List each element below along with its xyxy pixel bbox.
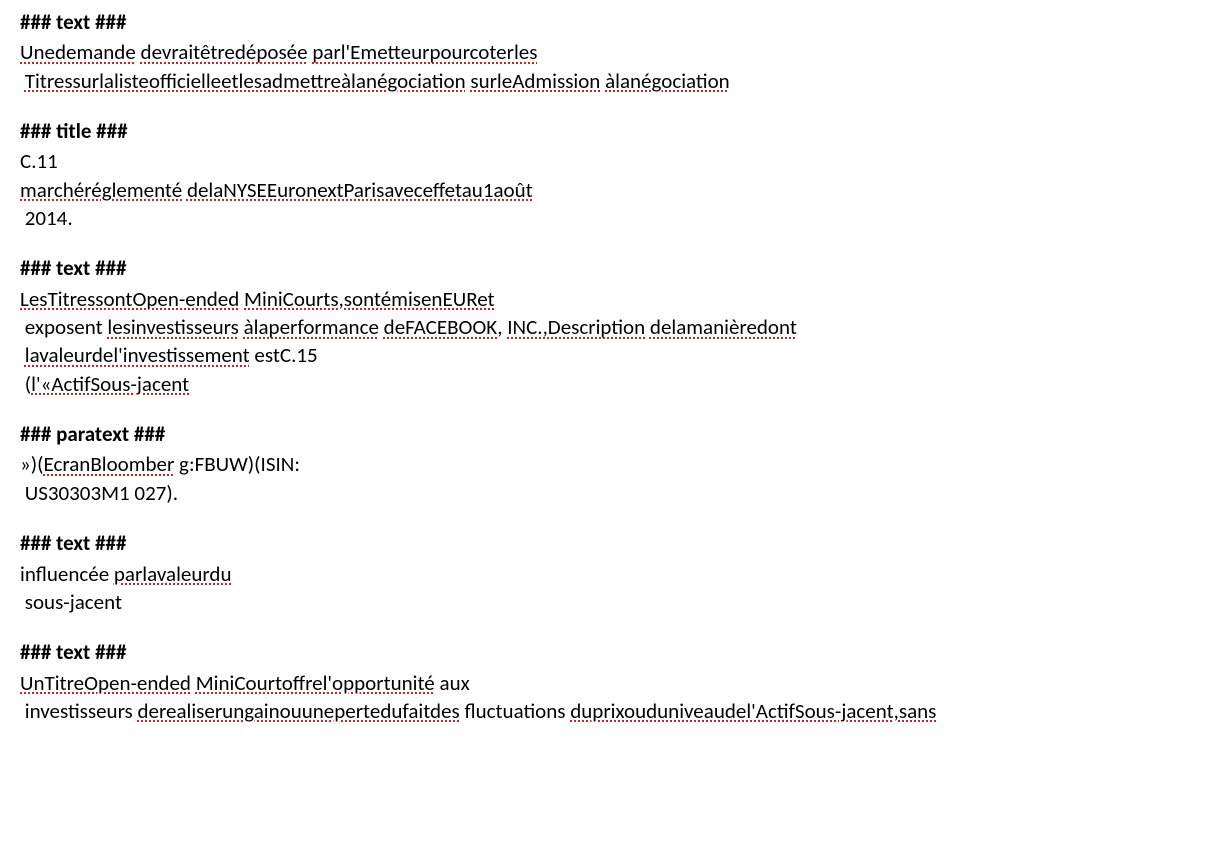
text-line: UnTitreOpen-ended MiniCourtoffrel'opport…	[20, 669, 1198, 697]
spellcheck-run: delamanièredont	[650, 314, 797, 340]
text-run: sous-jacent	[20, 589, 122, 615]
spellcheck-run: delaNYSEEuronextParisaveceffetau1août	[187, 177, 533, 203]
text-run: exposent	[20, 314, 107, 340]
text-run: estC.15	[250, 342, 318, 368]
text-line: marchéréglementé delaNYSEEuronextParisav…	[20, 176, 1198, 204]
text-run: 2014.	[20, 205, 73, 231]
text-line: »)(EcranBloomber g:FBUW)(ISIN:	[20, 450, 1198, 478]
spellcheck-run: devraitêtredéposée	[141, 39, 308, 65]
text-run: g:FBUW)(ISIN:	[174, 451, 300, 477]
section-marker: ### text ###	[20, 254, 1198, 282]
text-line: (l'«ActifSous-jacent	[20, 370, 1198, 398]
text-run: ,	[497, 314, 507, 340]
text-line: lavaleurdel'investissement estC.15	[20, 341, 1198, 369]
text-line: exposent lesinvestisseurs àlaperformance…	[20, 313, 1198, 341]
spellcheck-run: parl'Emetteurpourcoterles	[312, 39, 537, 65]
text-line: investisseurs derealiserungainouuneperte…	[20, 697, 1198, 725]
spellcheck-run: l'«ActifSous-jacent	[31, 371, 189, 397]
text-run: »)(	[20, 451, 44, 477]
document-page: ### text ###Unedemande devraitêtredéposé…	[0, 0, 1218, 725]
text-run: fluctuations	[460, 698, 570, 724]
spellcheck-run: UnTitreOpen-ended	[20, 670, 191, 696]
text-run: influencée	[20, 561, 114, 587]
text-run: (	[20, 371, 31, 397]
section-marker: ### title ###	[20, 117, 1198, 145]
text-run: US30303M1 027).	[20, 480, 178, 506]
spellcheck-run: marchéréglementé	[20, 177, 182, 203]
spellcheck-run: àlaperformance	[244, 314, 379, 340]
spellcheck-run: MiniCourts,sontémisenEURet	[244, 286, 495, 312]
text-run: C.11	[20, 148, 58, 174]
text-line: sous-jacent	[20, 588, 1198, 616]
section-marker: ### text ###	[20, 638, 1198, 666]
section-marker: ### paratext ###	[20, 420, 1198, 448]
spellcheck-run: EcranBloomber	[44, 451, 175, 477]
section-marker: ### text ###	[20, 529, 1198, 557]
spellcheck-run: Unedemande	[20, 39, 136, 65]
spellcheck-run: Titressurlalisteofficielleetlesadmettreà…	[25, 68, 466, 94]
spellcheck-run: lesinvestisseurs	[107, 314, 238, 340]
spellcheck-run: duprixouduniveaudel'ActifSous-jacent,san…	[570, 698, 936, 724]
spellcheck-run: lavaleurdel'investissement	[25, 342, 250, 368]
spellcheck-run: parlavaleurdu	[114, 561, 232, 587]
spellcheck-run: àlanégociation	[605, 68, 730, 94]
spellcheck-run: MiniCourtoffrel'opportunité	[196, 670, 435, 696]
text-line: Unedemande devraitêtredéposée parl'Emett…	[20, 38, 1198, 66]
spellcheck-run: deFACEBOOK	[384, 314, 498, 340]
spellcheck-run: surleAdmission	[470, 68, 600, 94]
text-line: LesTitressontOpen-ended MiniCourts,sonté…	[20, 285, 1198, 313]
text-line: C.11	[20, 147, 1198, 175]
spellcheck-run: derealiserungainouunepertedufaitdes	[138, 698, 460, 724]
text-line: influencée parlavaleurdu	[20, 560, 1198, 588]
text-run: investisseurs	[20, 698, 138, 724]
spellcheck-run: LesTitressontOpen-ended	[20, 286, 239, 312]
text-line: 2014.	[20, 204, 1198, 232]
section-marker: ### text ###	[20, 8, 1198, 36]
text-line: US30303M1 027).	[20, 479, 1198, 507]
spellcheck-run: INC.,Description	[507, 314, 645, 340]
text-line: Titressurlalisteofficielleetlesadmettreà…	[20, 67, 1198, 95]
text-run: aux	[435, 670, 470, 696]
